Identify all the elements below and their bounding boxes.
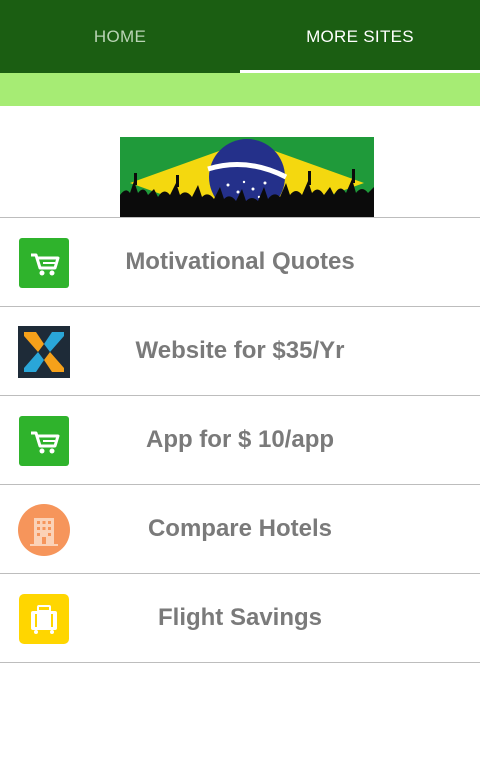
sites-list: Motivational Quotes Website for $35/Yr A <box>0 217 480 663</box>
list-item-compare-hotels[interactable]: Compare Hotels <box>0 484 480 573</box>
list-item-label: App for $ 10/app <box>145 426 335 453</box>
list-item-label: Compare Hotels <box>147 515 333 542</box>
tab-bar: HOME MORE SITES <box>0 0 480 73</box>
list-item-website[interactable]: Website for $35/Yr <box>0 306 480 395</box>
tab-more-sites[interactable]: MORE SITES <box>240 0 480 73</box>
brazil-flag-banner <box>120 137 374 217</box>
list-item-label: Motivational Quotes <box>125 248 355 275</box>
list-item-label: Flight Savings <box>157 604 322 631</box>
list-item-flight-savings[interactable]: Flight Savings <box>0 573 480 663</box>
list-item-app[interactable]: App for $ 10/app <box>0 395 480 484</box>
list-item-motivational-quotes[interactable]: Motivational Quotes <box>0 217 480 306</box>
list-item-label: Website for $35/Yr <box>135 337 345 364</box>
accent-bar <box>0 73 480 106</box>
tab-home[interactable]: HOME <box>0 0 240 73</box>
